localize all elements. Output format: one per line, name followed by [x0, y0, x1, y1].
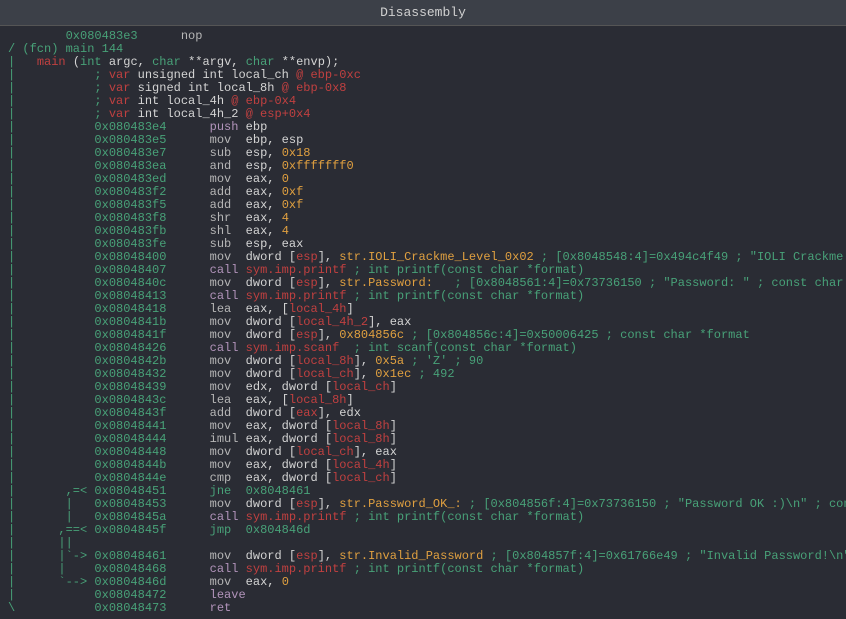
- asm-line[interactable]: | ,==< 0x0804845f jmp 0x804846d: [8, 524, 838, 537]
- asm-line[interactable]: 0x080483e3 nop: [8, 30, 838, 43]
- disassembly-listing[interactable]: 0x080483e3 nop/ (fcn) main 144| main (in…: [0, 26, 846, 619]
- panel-title: Disassembly: [0, 0, 846, 26]
- asm-line[interactable]: \ 0x08048473 ret: [8, 602, 838, 615]
